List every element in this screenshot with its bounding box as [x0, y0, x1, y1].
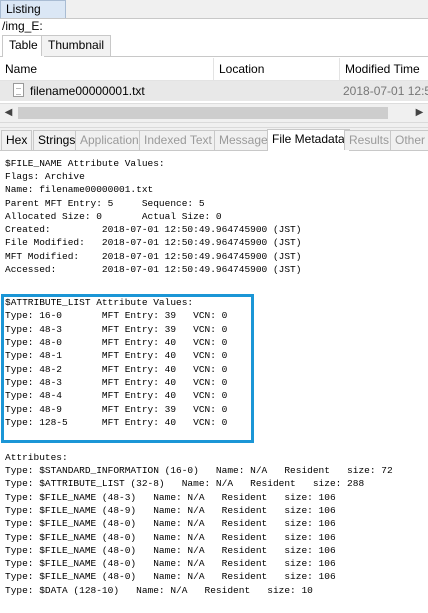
scrollbar-thumb[interactable] — [18, 107, 388, 119]
metadata-line: Name: filename00000001.txt — [5, 184, 154, 195]
column-header-location[interactable]: Location — [214, 58, 340, 80]
horizontal-scrollbar[interactable]: ◀ ▶ — [0, 103, 428, 122]
metadata-line: Type: $FILE_NAME (48-3) Name: N/A Reside… — [5, 492, 336, 503]
metadata-line: Type: $FILE_NAME (48-0) Name: N/A Reside… — [5, 545, 336, 556]
top-tab-bar: Listing — [0, 0, 428, 19]
metadata-line: Type: $FILE_NAME (48-9) Name: N/A Reside… — [5, 505, 336, 516]
metadata-line: $ATTRIBUTE_LIST Attribute Values: — [5, 297, 194, 308]
tab-results[interactable]: Results — [344, 130, 395, 150]
metadata-line: Type: $STANDARD_INFORMATION (16-0) Name:… — [5, 465, 393, 476]
current-path: /img_E: — [2, 19, 43, 33]
file-name-cell: filename00000001.txt — [30, 84, 145, 98]
column-header-modified-time[interactable]: Modified Time — [340, 58, 428, 80]
tab-table[interactable]: Table — [2, 35, 45, 57]
tab-application[interactable]: Application — [75, 130, 144, 150]
content-viewer-tabs: Hex Strings Application Indexed Text Mes… — [0, 128, 428, 151]
table-header: Name Location Modified Time — [0, 58, 428, 81]
text-file-icon — [13, 83, 24, 97]
metadata-line: Type: $FILE_NAME (48-0) Name: N/A Reside… — [5, 518, 336, 529]
file-metadata-panel: $FILE_NAME Attribute Values: Flags: Arch… — [0, 151, 428, 613]
table-row[interactable]: filename00000001.txt 2018-07-01 12:50 — [0, 81, 428, 101]
metadata-line: Type: 48-2 MFT Entry: 40 VCN: 0 — [5, 364, 228, 375]
scroll-right-arrow-icon[interactable]: ▶ — [411, 104, 428, 122]
metadata-line: Parent MFT Entry: 5 Sequence: 5 — [5, 198, 205, 209]
tab-indexed-text[interactable]: Indexed Text — [139, 130, 217, 150]
tab-message[interactable]: Message — [214, 130, 273, 150]
metadata-line: Type: 16-0 MFT Entry: 39 VCN: 0 — [5, 310, 228, 321]
metadata-line: Type: $FILE_NAME (48-0) Name: N/A Reside… — [5, 571, 336, 582]
metadata-line: Type: 48-3 MFT Entry: 39 VCN: 0 — [5, 324, 228, 335]
metadata-line: MFT Modified: 2018-07-01 12:50:49.964745… — [5, 251, 302, 262]
metadata-line: File Modified: 2018-07-01 12:50:49.96474… — [5, 237, 302, 248]
metadata-line: $FILE_NAME Attribute Values: — [5, 158, 165, 169]
metadata-line: Accessed: 2018-07-01 12:50:49.964745900 … — [5, 264, 302, 275]
tab-strings[interactable]: Strings — [33, 130, 81, 150]
metadata-line: Attributes: — [5, 452, 68, 463]
scroll-left-arrow-icon[interactable]: ◀ — [0, 104, 17, 122]
metadata-line: Type: $ATTRIBUTE_LIST (32-8) Name: N/A R… — [5, 478, 365, 489]
metadata-line: Allocated Size: 0 Actual Size: 0 — [5, 211, 222, 222]
metadata-line: Type: 48-4 MFT Entry: 40 VCN: 0 — [5, 390, 228, 401]
metadata-line: Type: 48-0 MFT Entry: 40 VCN: 0 — [5, 337, 228, 348]
modified-time-cell: 2018-07-01 12:50 — [343, 84, 428, 98]
tab-hex[interactable]: Hex — [1, 130, 33, 150]
metadata-line: Type: $FILE_NAME (48-0) Name: N/A Reside… — [5, 558, 336, 569]
metadata-line: Flags: Archive — [5, 171, 85, 182]
metadata-line: Created: 2018-07-01 12:50:49.964745900 (… — [5, 224, 302, 235]
tab-listing[interactable]: Listing — [0, 0, 66, 18]
tab-file-metadata[interactable]: File Metadata — [267, 129, 350, 151]
view-tabs: Table Thumbnail — [0, 35, 428, 57]
metadata-line: Type: 48-9 MFT Entry: 39 VCN: 0 — [5, 404, 228, 415]
tab-thumbnail[interactable]: Thumbnail — [41, 35, 112, 56]
metadata-line: Type: 48-1 MFT Entry: 40 VCN: 0 — [5, 350, 228, 361]
metadata-line: Type: 128-5 MFT Entry: 40 VCN: 0 — [5, 417, 228, 428]
metadata-line: Type: $DATA (128-10) Name: N/A Resident … — [5, 585, 313, 596]
metadata-line: Type: 48-3 MFT Entry: 40 VCN: 0 — [5, 377, 228, 388]
tab-other-occurrences[interactable]: Other O — [390, 130, 428, 150]
column-header-name[interactable]: Name — [0, 58, 214, 80]
metadata-line: Type: $FILE_NAME (48-0) Name: N/A Reside… — [5, 532, 336, 543]
